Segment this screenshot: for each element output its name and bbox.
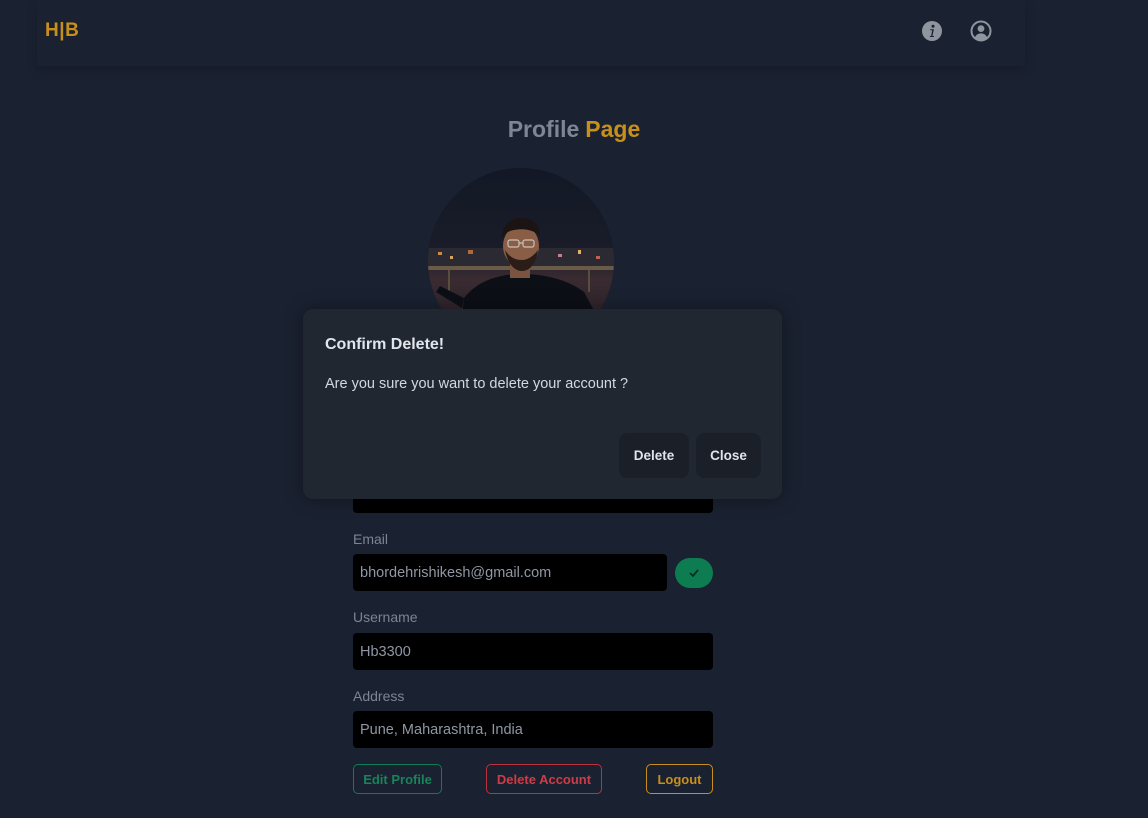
modal-title: Confirm Delete!	[325, 336, 445, 353]
address-field[interactable]	[353, 711, 713, 748]
page-title-profile: Profile	[507, 116, 580, 142]
page-title-page: Page	[585, 116, 641, 142]
email-verified-button[interactable]	[675, 558, 713, 588]
username-label: Username	[353, 609, 418, 625]
address-label: Address	[353, 688, 405, 704]
username-field[interactable]	[353, 633, 713, 670]
brand-letter-b: B	[65, 20, 80, 41]
email-label: Email	[353, 531, 389, 547]
brand-logo[interactable]: H|B	[45, 20, 79, 42]
info-icon[interactable]	[921, 20, 943, 42]
check-icon	[689, 569, 699, 577]
confirm-delete-modal: Confirm Delete! Are you sure you want to…	[303, 309, 782, 499]
page-title: Profile Page	[0, 116, 1148, 143]
profile-page: H|B Profile Page Email bhordehrishikesh@…	[0, 0, 1148, 818]
brand-letter-h: H	[45, 20, 60, 41]
user-circle-icon[interactable]	[970, 20, 992, 42]
edit-profile-button[interactable]: Edit Profile	[353, 764, 442, 794]
navbar: H|B	[37, 0, 1025, 66]
email-field[interactable]	[353, 554, 667, 591]
delete-account-button[interactable]: Delete Account	[486, 764, 602, 794]
modal-message: Are you sure you want to delete your acc…	[325, 376, 629, 392]
modal-delete-button[interactable]: Delete	[619, 433, 689, 478]
logout-button[interactable]: Logout	[646, 764, 713, 794]
modal-close-button[interactable]: Close	[696, 433, 761, 478]
